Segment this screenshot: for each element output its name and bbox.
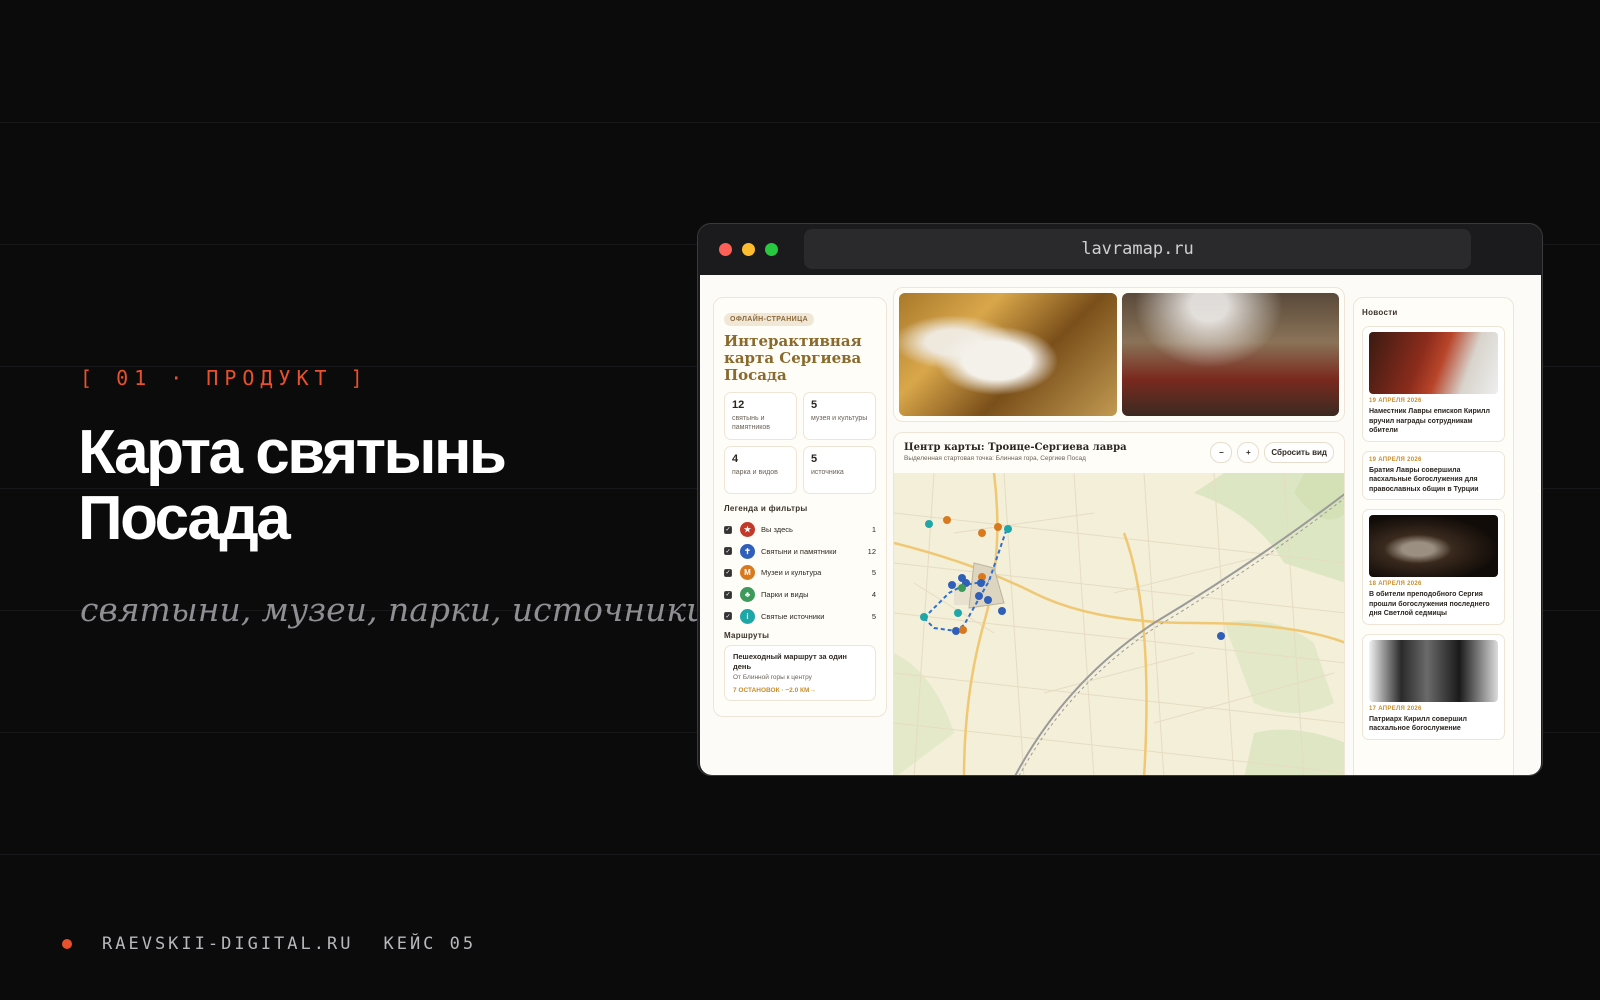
map-svg[interactable] xyxy=(894,473,1345,775)
map-header: Центр карты: Троице-Сергиева лавра Выдел… xyxy=(894,433,1344,473)
browser-titlebar: lavramap.ru xyxy=(698,224,1542,275)
stat-card: 4 парка и видов xyxy=(724,446,797,494)
address-bar[interactable]: lavramap.ru xyxy=(804,229,1471,269)
routes-heading: Маршруты xyxy=(724,630,770,640)
stat-value: 4 xyxy=(732,453,739,465)
news-card[interactable]: 19 АПРЕЛЯ 2026 Наместник Лавры епископ Ки… xyxy=(1362,326,1505,442)
legend-count: 4 xyxy=(871,590,876,600)
news-card[interactable]: 18 АПРЕЛЯ 2026 В обители преподобного Сер… xyxy=(1362,509,1505,625)
legend-count: 5 xyxy=(871,568,876,578)
news-image[interactable] xyxy=(1369,515,1498,577)
legend-count: 5 xyxy=(871,611,876,621)
cross-icon: ✝ xyxy=(740,543,755,559)
news-title[interactable]: В обители преподобного Сергия прошли бог… xyxy=(1369,590,1498,619)
stat-label: святынь и памятников xyxy=(732,415,771,431)
gallery-photo[interactable] xyxy=(1121,293,1339,416)
stat-label: парка и видов xyxy=(732,469,778,476)
stat-card: 5 музея и культуры xyxy=(803,392,876,440)
grid-line xyxy=(0,122,1600,123)
legend-count: 1 xyxy=(871,525,876,535)
accent-dot-icon xyxy=(62,939,72,949)
map-canvas[interactable] xyxy=(894,473,1345,775)
news-date: 17 АПРЕЛЯ 2026 xyxy=(1369,705,1422,712)
checkbox[interactable]: ✓ xyxy=(724,525,732,534)
stat-label: источника xyxy=(811,469,844,476)
news-image[interactable] xyxy=(1369,639,1498,702)
zoom-in-button[interactable]: + xyxy=(1237,442,1260,463)
footer: RAEVSKII-DIGITAL.RU КЕЙС 05 xyxy=(62,934,476,954)
hero-title: Карта святынь Посада xyxy=(78,418,507,553)
news-heading: Новости xyxy=(1362,308,1398,317)
legend-label: Парки и виды xyxy=(761,590,809,600)
hero-subtitle: святыни, музеи, парки, источники xyxy=(80,590,708,629)
legend-item[interactable]: ✓ ♣ Парки и виды 4 xyxy=(724,584,876,606)
stat-value: 5 xyxy=(811,453,818,465)
info-icon: i xyxy=(740,608,755,624)
stat-value: 12 xyxy=(732,399,745,411)
browser-window: lavramap.ru ОФЛАЙН-СТРАНИЦА Интерактивна… xyxy=(697,223,1543,776)
stat-card: 12 святынь и памятников xyxy=(724,392,797,440)
checkbox[interactable]: ✓ xyxy=(724,547,732,556)
zoom-out-button[interactable]: − xyxy=(1210,442,1233,463)
close-icon[interactable] xyxy=(719,243,732,256)
map-panel: Центр карты: Троице-Сергиева лавра Выдел… xyxy=(893,432,1345,775)
product-tag: [ 01 · ПРОДУКТ ] xyxy=(80,366,369,390)
sidebar: ОФЛАЙН-СТРАНИЦА Интерактивная карта Серг… xyxy=(713,297,887,717)
legend-label: Музеи и культура xyxy=(761,568,822,578)
route-title: Пешеходный маршрут за один день xyxy=(733,651,847,671)
news-panel: Новости 19 АПРЕЛЯ 2026 Наместник Лавры еп… xyxy=(1353,297,1514,775)
stat-value: 5 xyxy=(811,399,818,411)
checkbox[interactable]: ✓ xyxy=(724,612,732,621)
news-list: 19 АПРЕЛЯ 2026 Наместник Лавры епископ Ки… xyxy=(1362,326,1505,740)
museum-icon: M xyxy=(740,565,755,581)
tree-icon: ♣ xyxy=(740,587,755,603)
legend-label: Святые источники xyxy=(761,611,825,621)
route-card[interactable]: Пешеходный маршрут за один день От Блинн… xyxy=(724,644,876,701)
news-card[interactable]: 19 АПРЕЛЯ 2026 Братия Лавры совершила пас… xyxy=(1362,450,1505,500)
stat-card: 5 источника xyxy=(803,446,876,494)
news-title[interactable]: Патриарх Кирилл совершил пасхальное бого… xyxy=(1369,715,1498,734)
page-title: Интерактивная карта Сергиева Посада xyxy=(724,332,862,384)
legend-label: Святыни и памятники xyxy=(761,546,837,556)
legend-item[interactable]: ✓ ✝ Святыни и памятники 12 xyxy=(724,541,876,563)
news-title[interactable]: Братия Лавры совершила пасхальные богосл… xyxy=(1369,466,1498,495)
legend-heading: Легенда и фильтры xyxy=(724,504,808,513)
route-meta: 7 ОСТАНОВОК · ~2.0 КМ→ xyxy=(733,686,816,694)
stat-label: музея и культуры xyxy=(811,415,868,422)
maximize-icon[interactable] xyxy=(765,243,778,256)
legend-item[interactable]: ✓ i Святые источники 5 xyxy=(724,605,876,627)
news-card[interactable]: 17 АПРЕЛЯ 2026 Патриарх Кирилл совершил п… xyxy=(1362,633,1505,740)
footer-site[interactable]: RAEVSKII-DIGITAL.RU xyxy=(102,934,353,954)
legend-item[interactable]: ✓ M Музеи и культура 5 xyxy=(724,562,876,584)
legend-list: ✓ ★ Вы здесь 1 ✓ ✝ Святыни и памятники 12 ✓ M Музе… xyxy=(724,519,876,627)
grid-line xyxy=(0,854,1600,855)
footer-case: КЕЙС 05 xyxy=(383,934,477,954)
photo-gallery xyxy=(893,287,1345,422)
star-icon: ★ xyxy=(740,522,755,538)
legend-item[interactable]: ✓ ★ Вы здесь 1 xyxy=(724,519,876,541)
news-title[interactable]: Наместник Лавры епископ Кирилл вручил на… xyxy=(1369,407,1498,436)
legend-count: 12 xyxy=(867,546,876,556)
reset-view-button[interactable]: Сбросить вид xyxy=(1264,442,1334,463)
checkbox[interactable]: ✓ xyxy=(724,590,732,599)
minimize-icon[interactable] xyxy=(742,243,755,256)
web-page: ОФЛАЙН-СТРАНИЦА Интерактивная карта Серг… xyxy=(700,275,1541,775)
gallery-photo[interactable] xyxy=(899,293,1117,416)
checkbox[interactable]: ✓ xyxy=(724,568,732,577)
stats-grid: 12 святынь и памятников 5 музея и культу… xyxy=(724,392,876,494)
map-controls: − + Сбросить вид xyxy=(1210,442,1334,463)
news-image[interactable] xyxy=(1369,332,1498,394)
news-date: 19 АПРЕЛЯ 2026 xyxy=(1369,398,1422,404)
legend-label: Вы здесь xyxy=(761,525,793,535)
route-subtitle: От Блинной горы к центру xyxy=(733,673,812,681)
news-date: 18 АПРЕЛЯ 2026 xyxy=(1369,581,1422,587)
news-date: 19 АПРЕЛЯ 2026 xyxy=(1369,456,1422,463)
offline-badge: ОФЛАЙН-СТРАНИЦА xyxy=(724,313,815,326)
